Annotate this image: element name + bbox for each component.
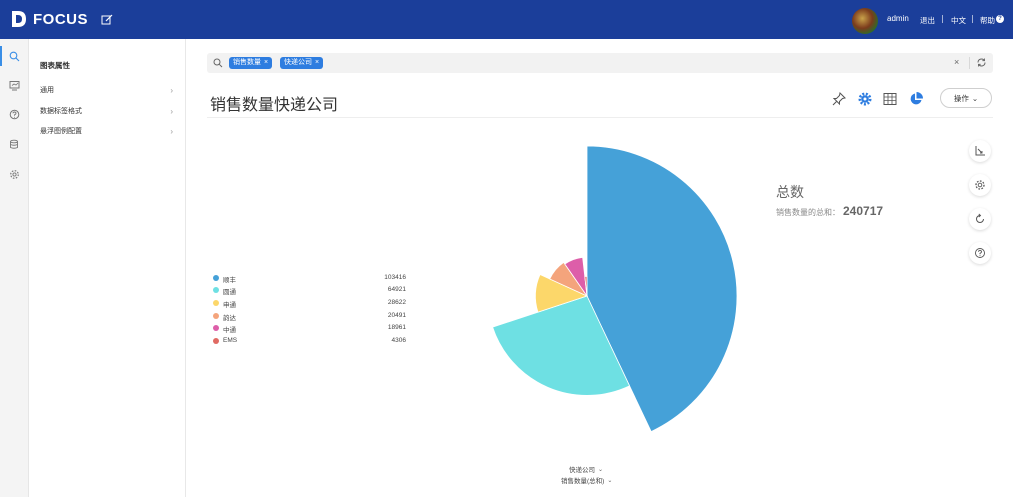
- legend-swatch: [213, 325, 219, 332]
- legend-label: 中通: [223, 327, 236, 335]
- search-bar[interactable]: 销售数量 × 快递公司 × ×: [207, 53, 993, 73]
- logout-link[interactable]: 退出: [920, 15, 935, 26]
- legend-value: 18961: [387, 324, 406, 332]
- panel-title: 图表属性: [40, 61, 70, 70]
- x-axis-label: 快递公司: [569, 467, 595, 474]
- refresh-icon[interactable]: [976, 57, 987, 68]
- y-axis-label: 销售数量(总和): [561, 478, 605, 485]
- divider: [972, 15, 973, 23]
- help-button[interactable]: [969, 242, 991, 264]
- chevron-right-icon: ›: [170, 106, 173, 116]
- icon-rail: [0, 39, 29, 497]
- panel-item-label: 通用: [40, 87, 54, 94]
- axis-config-button[interactable]: [969, 140, 991, 162]
- divider: [942, 15, 943, 23]
- question-icon: [975, 248, 985, 258]
- x-axis-field[interactable]: 快递公司 ⌄: [569, 464, 604, 475]
- chevron-down-icon: ⌄: [598, 466, 604, 473]
- chevron-right-icon: ›: [170, 85, 173, 95]
- dashboard-icon: [9, 80, 20, 90]
- avatar[interactable]: [852, 8, 878, 34]
- rail-dashboard[interactable]: [0, 72, 29, 98]
- summary-title: 总数: [776, 185, 804, 201]
- legend-swatch: [213, 274, 219, 281]
- legend-label: 圆通: [223, 289, 236, 297]
- legend-label: 申通: [223, 301, 236, 309]
- y-axis-field[interactable]: 销售数量(总和) ⌄: [561, 475, 613, 486]
- panel-item-label: 数据标签格式: [40, 108, 82, 115]
- operation-label: 操作: [953, 93, 969, 103]
- tag-label: 销售数量: [233, 59, 261, 66]
- chart-legend: 顺丰 103416 圆通 64921 申通 28622 韵达 20491 中通 18961 EMS 4…: [213, 272, 406, 348]
- question-icon: [9, 109, 20, 119]
- panel-item-data-label-format[interactable]: 数据标签格式 ›: [40, 106, 173, 116]
- legend-value: 4306: [391, 336, 406, 344]
- chevron-down-icon: ⌄: [607, 477, 613, 484]
- legend-item[interactable]: 圆通 64921: [213, 285, 406, 298]
- divider: [969, 57, 970, 69]
- legend-label: EMS: [223, 336, 238, 344]
- logo[interactable]: FOCUS: [9, 9, 88, 29]
- panel-item-general[interactable]: 通用 ›: [40, 85, 173, 95]
- legend-swatch: [213, 299, 219, 306]
- axis-icon: [975, 146, 985, 156]
- pie-chart-icon[interactable]: [908, 91, 924, 107]
- legend-item[interactable]: 韵达 20491: [213, 310, 406, 323]
- search-icon: [9, 51, 20, 61]
- search-tag[interactable]: 快递公司 ×: [280, 57, 324, 69]
- rail-data[interactable]: [0, 131, 29, 157]
- legend-swatch: [213, 337, 219, 344]
- legend-label: 顺丰: [223, 276, 236, 284]
- edit-icon[interactable]: [101, 14, 113, 26]
- rail-questions[interactable]: [0, 101, 29, 127]
- pin-icon[interactable]: [831, 91, 847, 107]
- rail-settings[interactable]: [0, 161, 29, 187]
- focus-logo-icon: [12, 11, 26, 27]
- gear-icon: [10, 169, 19, 179]
- legend-value: 28622: [387, 298, 406, 306]
- legend-swatch: [213, 287, 219, 294]
- divider: [207, 117, 993, 118]
- legend-swatch: [213, 312, 219, 319]
- chart-properties-panel: 图表属性 通用 › 数据标签格式 › 悬浮图例配置 ›: [29, 39, 186, 497]
- tag-remove-icon[interactable]: ×: [264, 57, 268, 69]
- help-icon[interactable]: ?: [996, 15, 1004, 23]
- operation-button[interactable]: 操作 ⌄: [940, 88, 992, 108]
- gear-icon: [975, 180, 985, 190]
- rose-pie-chart[interactable]: [480, 130, 750, 440]
- tag-label: 快递公司: [284, 59, 312, 66]
- legend-value: 64921: [387, 286, 406, 294]
- database-icon: [10, 139, 18, 149]
- page-title: 销售数量快递公司: [210, 95, 339, 114]
- legend-value: 20491: [387, 311, 406, 319]
- rail-search[interactable]: [0, 43, 29, 69]
- panel-item-label: 悬浮图例配置: [40, 128, 82, 135]
- legend-item[interactable]: EMS 4306: [213, 335, 406, 348]
- summary-value: 240717: [843, 204, 884, 218]
- top-bar: FOCUS admin 退出 中文 帮助 ?: [0, 0, 1013, 39]
- refresh-icon: [976, 213, 984, 223]
- chart-settings-button[interactable]: [969, 174, 991, 196]
- settings-gear-icon[interactable]: [857, 91, 873, 107]
- search-tag[interactable]: 销售数量 ×: [229, 57, 273, 69]
- legend-item[interactable]: 申通 28622: [213, 297, 406, 310]
- help-link[interactable]: 帮助: [980, 15, 995, 26]
- language-switch[interactable]: 中文: [951, 15, 966, 26]
- panel-item-tooltip-legend[interactable]: 悬浮图例配置 ›: [40, 126, 173, 136]
- legend-label: 韵达: [223, 314, 236, 322]
- user-name[interactable]: admin: [887, 14, 909, 23]
- summary-line: 销售数量的总和： 240717: [776, 204, 883, 218]
- clear-search-icon[interactable]: ×: [954, 57, 959, 67]
- tag-remove-icon[interactable]: ×: [315, 57, 319, 69]
- table-icon[interactable]: [882, 91, 898, 107]
- legend-value: 103416: [384, 273, 406, 281]
- chevron-down-icon: ⌄: [971, 93, 979, 103]
- search-icon: [213, 58, 223, 68]
- refresh-chart-button[interactable]: [969, 208, 991, 230]
- legend-item[interactable]: 中通 18961: [213, 323, 406, 336]
- chevron-right-icon: ›: [170, 126, 173, 136]
- legend-item[interactable]: 顺丰 103416: [213, 272, 406, 285]
- brand-name: FOCUS: [33, 10, 88, 28]
- summary-label: 销售数量的总和：: [776, 208, 840, 217]
